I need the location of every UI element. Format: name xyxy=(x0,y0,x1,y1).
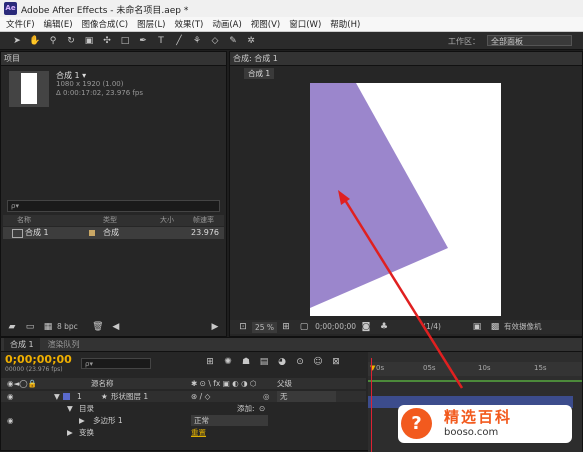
question-badge-icon: ? xyxy=(401,408,432,439)
watermark-title: 精选百科 xyxy=(444,408,513,426)
watermark-url: booso.com xyxy=(444,427,499,438)
annotation-arrow xyxy=(338,190,464,389)
watermark: ? 精选百科 booso.com xyxy=(398,405,572,443)
